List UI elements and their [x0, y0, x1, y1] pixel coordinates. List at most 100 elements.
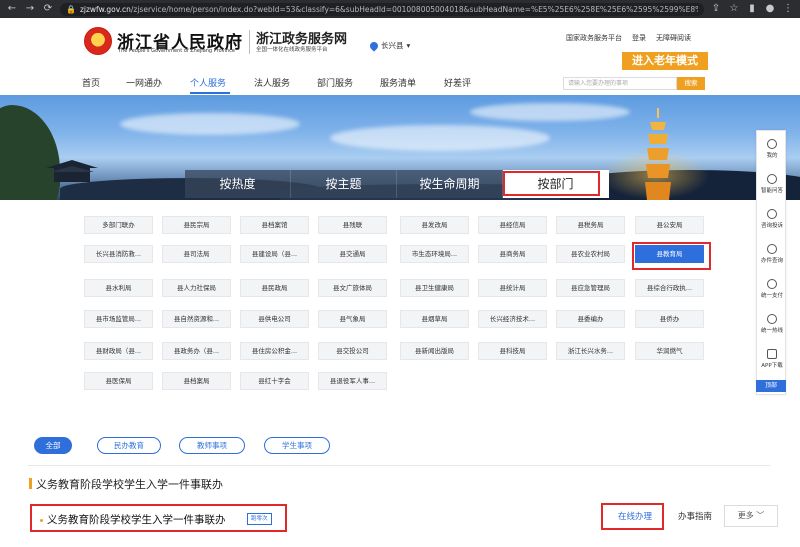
elder-mode-button[interactable]: 进入老年模式 [622, 52, 708, 70]
department-item[interactable]: 县市场监管局... [84, 310, 153, 328]
department-item[interactable]: 县水利局 [84, 279, 153, 297]
department-item[interactable]: 县档案馆 [240, 216, 309, 234]
department-item[interactable]: 县烟草局 [400, 310, 469, 328]
nav-service-list[interactable]: 服务清单 [380, 76, 416, 89]
department-item[interactable]: 长兴县消防救... [84, 245, 153, 263]
section-divider [28, 465, 770, 466]
department-item[interactable]: 县公安局 [635, 216, 704, 234]
nav-personal-service[interactable]: 个人服务 [190, 76, 226, 89]
menu-icon[interactable]: ⋮ [782, 0, 794, 18]
forward-icon[interactable]: → [24, 0, 36, 18]
filter-student-matters[interactable]: 学生事项 [264, 437, 330, 454]
department-item[interactable]: 县医保局 [84, 372, 153, 390]
department-item[interactable]: 县应急管理局 [556, 279, 625, 297]
department-item[interactable]: 县档案局 [162, 372, 231, 390]
national-emblem-icon [84, 27, 112, 55]
sidebar-item-payment[interactable]: 统一支付 [757, 279, 787, 299]
department-item[interactable]: 县退役军人事... [318, 372, 387, 390]
star-icon[interactable]: ☆ [728, 0, 740, 18]
department-item[interactable]: 县住房公积金... [240, 342, 309, 360]
department-item[interactable]: 长兴经济技术... [478, 310, 547, 328]
service-guide-button[interactable]: 办事指南 [670, 507, 720, 527]
nav-one-stop[interactable]: 一网通办 [126, 76, 162, 89]
sidepanel-icon[interactable]: ▮ [746, 0, 758, 18]
tab-by-theme[interactable]: 按主题 [291, 170, 397, 198]
department-item[interactable]: 县人力社保局 [162, 279, 231, 297]
url-host: zjzwfw.gov.cn [79, 4, 131, 14]
top-link-national-platform[interactable]: 国家政务服务平台 [566, 33, 622, 43]
address-bar[interactable]: 🔒 zjzwfw.gov.cn/zjservice/home/person/in… [60, 2, 704, 16]
department-item[interactable]: 县统计局 [478, 279, 547, 297]
search-input[interactable]: 请输入您要办理的事项 [563, 77, 677, 90]
department-item[interactable]: 县司法局 [162, 245, 231, 263]
nav-home[interactable]: 首页 [82, 76, 100, 89]
highlight-box-tab [503, 171, 600, 196]
department-item[interactable]: 县委编办 [556, 310, 625, 328]
sidebar-item-complaint[interactable]: 咨询投诉 [757, 209, 787, 229]
department-item[interactable]: 县红十字会 [240, 372, 309, 390]
browser-toolbar: ← → ⟳ 🔒 zjzwfw.gov.cn/zjservice/home/per… [0, 0, 800, 18]
sidebar-item-case-query[interactable]: 办件查询 [757, 244, 787, 264]
department-item[interactable]: 县发改局 [400, 216, 469, 234]
highlight-box-department [632, 242, 711, 270]
department-item[interactable]: 县交通局 [318, 245, 387, 263]
back-to-top-button[interactable]: 顶部 [756, 380, 786, 392]
department-item[interactable]: 浙江长兴水务... [556, 342, 625, 360]
department-item[interactable]: 市生态环境局... [400, 245, 469, 263]
department-item[interactable]: 县气象局 [318, 310, 387, 328]
tab-by-life-cycle[interactable]: 按生命周期 [397, 170, 503, 198]
department-item[interactable]: 县残联 [318, 216, 387, 234]
sidebar-item-app-download[interactable]: APP下载 [757, 349, 787, 369]
department-item[interactable]: 县文广旅体局 [318, 279, 387, 297]
top-link-login[interactable]: 登录 [632, 33, 646, 43]
department-item[interactable]: 县自然资源和... [162, 310, 231, 328]
history-icon [767, 244, 777, 254]
department-item[interactable]: 县财政局（县... [84, 342, 153, 360]
nav-legal-person-service[interactable]: 法人服务 [254, 76, 290, 89]
pavilion-icon [46, 160, 98, 182]
department-item[interactable]: 县新闻出版局 [400, 342, 469, 360]
download-icon [767, 349, 777, 359]
region-selector[interactable]: 长兴县 ▾ [368, 39, 411, 52]
search-button[interactable]: 搜索 [677, 77, 705, 90]
top-links: 国家政务服务平台 登录 无障碍阅读 [566, 33, 691, 43]
department-item[interactable]: 县农业农村局 [556, 245, 625, 263]
nav-rating[interactable]: 好差评 [444, 76, 471, 89]
profile-icon[interactable]: ● [764, 0, 776, 18]
more-button[interactable]: 更多 ﹀ [724, 505, 778, 527]
yen-icon [767, 279, 777, 289]
pagoda-icon [645, 108, 671, 200]
department-item[interactable]: 县商务局 [478, 245, 547, 263]
department-item[interactable]: 县税务局 [556, 216, 625, 234]
department-item[interactable]: 县民宗局 [162, 216, 231, 234]
share-icon[interactable]: ⇪ [710, 0, 722, 18]
department-item[interactable]: 多部门联办 [84, 216, 153, 234]
filter-private-education[interactable]: 民办教育 [97, 437, 161, 454]
chevron-down-icon: ▾ [406, 41, 411, 50]
department-item[interactable]: 县民政局 [240, 279, 309, 297]
department-item[interactable]: 县政务办（县... [162, 342, 231, 360]
tab-by-popularity[interactable]: 按热度 [185, 170, 291, 198]
url-path: /zjservice/home/person/index.do?webId=53… [130, 4, 698, 14]
department-item[interactable]: 县供电公司 [240, 310, 309, 328]
headset-icon [767, 174, 777, 184]
filter-all[interactable]: 全部 [34, 437, 72, 454]
department-item[interactable]: 县建设局（县... [240, 245, 309, 263]
department-item[interactable]: 县科技局 [478, 342, 547, 360]
back-icon[interactable]: ← [6, 0, 18, 18]
sidebar-item-mine[interactable]: 我的 [757, 139, 787, 159]
department-item[interactable]: 县经信局 [478, 216, 547, 234]
department-item[interactable]: 县卫生健康局 [400, 279, 469, 297]
location-pin-icon [368, 39, 380, 52]
department-item[interactable]: 县交投公司 [318, 342, 387, 360]
department-item[interactable]: 县综合行政执... [635, 279, 704, 297]
nav-department-service[interactable]: 部门服务 [317, 76, 353, 89]
top-link-accessibility[interactable]: 无障碍阅读 [656, 33, 691, 43]
lock-icon: 🔒 [66, 4, 76, 14]
filter-teacher-matters[interactable]: 教师事项 [179, 437, 245, 454]
department-item[interactable]: 华润燃气 [635, 342, 704, 360]
sidebar-item-hotline[interactable]: 统一热线 [757, 314, 787, 334]
reload-icon[interactable]: ⟳ [42, 0, 54, 18]
department-item[interactable]: 县侨办 [635, 310, 704, 328]
sidebar-item-smart-qa[interactable]: 智能问答 [757, 174, 787, 194]
